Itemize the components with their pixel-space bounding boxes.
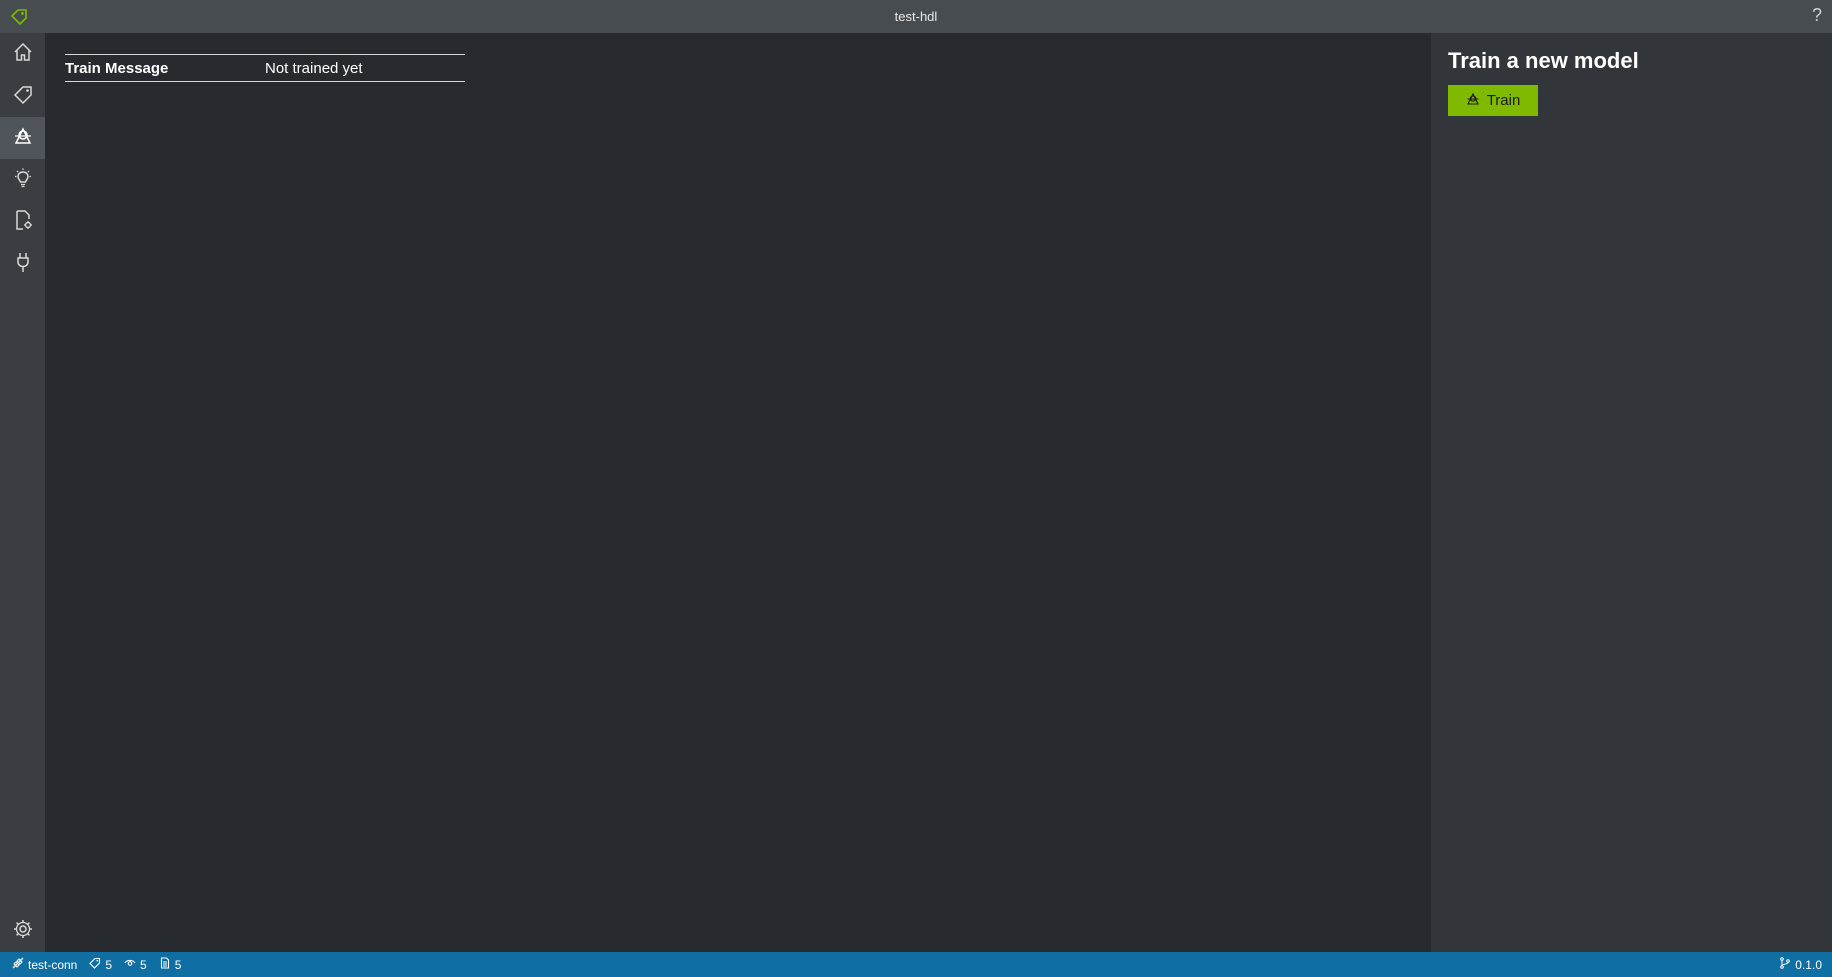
connection-name: test-conn: [28, 957, 78, 972]
tag-icon: [89, 957, 101, 972]
assets-count: 5: [174, 957, 182, 972]
sidebar-item-tags[interactable]: [0, 75, 45, 117]
main-content: Train Message Not trained yet: [45, 33, 1431, 952]
panel-title: Train a new model: [1448, 48, 1639, 73]
visited-count: 5: [140, 957, 147, 972]
status-tags: 5: [89, 957, 112, 972]
status-connection[interactable]: test-conn: [12, 957, 77, 972]
file-gear-icon: [12, 209, 34, 236]
lightbulb-icon: [12, 167, 34, 194]
tag-icon: [12, 83, 34, 110]
sidebar-item-settings[interactable]: [0, 910, 45, 952]
train-icon: [1466, 92, 1480, 110]
status-assets: 5: [159, 957, 182, 972]
train-button[interactable]: Train: [1448, 85, 1538, 116]
title-bar: test-hdl ?: [0, 0, 1832, 33]
sidebar-item-home[interactable]: [0, 33, 45, 75]
train-button-label: Train: [1486, 92, 1521, 109]
sidebar-item-connections[interactable]: [0, 243, 45, 285]
version-label: 0.1.0: [1795, 957, 1822, 972]
train-side-panel: Train a new model Train: [1431, 33, 1832, 952]
branch-icon: [1779, 957, 1791, 972]
sidebar-item-train[interactable]: [0, 117, 45, 159]
home-icon: [12, 41, 34, 68]
status-visited: 5: [124, 957, 147, 972]
tags-count: 5: [105, 957, 113, 972]
window-title: test-hdl: [894, 9, 938, 24]
train-message-header: Train Message: [65, 59, 169, 77]
train-message-value: Not trained yet: [265, 59, 363, 77]
status-version: 0.1.0: [1779, 952, 1822, 977]
gear-icon: [12, 918, 34, 945]
sidebar-item-export-settings[interactable]: [0, 201, 45, 243]
help-button[interactable]: ?: [1812, 5, 1822, 26]
connection-icon: [12, 957, 24, 972]
document-icon: [159, 957, 171, 972]
train-info-table: Train Message Not trained yet: [65, 54, 465, 82]
sidebar-item-predict[interactable]: [0, 159, 45, 201]
app-logo-tag-icon: [10, 7, 30, 26]
plug-icon: [12, 251, 34, 278]
eye-icon: [124, 957, 136, 972]
train-icon: [12, 125, 34, 152]
status-bar: test-conn 5 5 5 0.1.0: [0, 952, 1832, 977]
sidebar: [0, 33, 45, 952]
